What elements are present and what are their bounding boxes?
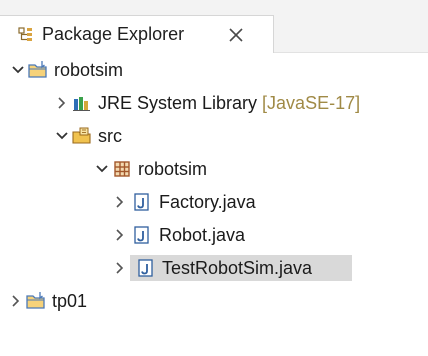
chevron-down-icon[interactable]	[10, 62, 26, 78]
tree-item-label-wrap: Robot.java	[155, 222, 249, 248]
tree-item-robot-java[interactable]: Robot.java	[0, 219, 428, 252]
tree-item-label: robotsim	[138, 159, 208, 179]
tree-item-label-wrap: src	[94, 123, 126, 149]
source-folder-icon	[72, 126, 92, 146]
tree-item-label: tp01	[52, 291, 88, 311]
tab-package-explorer[interactable]: Package Explorer	[0, 15, 274, 53]
chevron-down-icon[interactable]	[94, 161, 110, 177]
tree-item-testrobotsim-java[interactable]: TestRobotSim.java	[0, 252, 428, 285]
java-file-icon	[132, 225, 152, 245]
tab-title: Package Explorer	[42, 24, 185, 44]
tree-item-label-wrap: tp01	[48, 288, 91, 314]
tree-item-label-wrap: robotsim	[50, 57, 127, 83]
java-file-icon	[132, 192, 152, 212]
package-icon	[112, 159, 132, 179]
package-explorer-view: Package Explorer robotsim JRE System Lib…	[0, 0, 428, 356]
tree-item-src-folder[interactable]: src	[0, 120, 428, 153]
chevron-down-icon[interactable]	[54, 128, 70, 144]
project-folder-icon	[26, 291, 46, 311]
tree-item-selection-highlight: TestRobotSim.java	[130, 255, 352, 281]
view-tab-strip: Package Explorer	[0, 0, 428, 53]
tree-item-label-wrap: Factory.java	[155, 189, 260, 215]
tree-item-label: Factory.java	[159, 192, 256, 212]
tree-item-robotsim-package[interactable]: robotsim	[0, 153, 428, 186]
chevron-right-icon[interactable]	[112, 194, 128, 210]
tree-item-label-wrap: JRE System Library [JavaSE-17]	[94, 90, 364, 116]
chevron-right-icon[interactable]	[8, 293, 24, 309]
package-explorer-icon	[18, 27, 34, 43]
java-file-icon	[136, 258, 156, 278]
tree-item-robotsim-project[interactable]: robotsim	[0, 54, 428, 87]
tree-item-tp01-project[interactable]: tp01	[0, 285, 428, 318]
tree-item-label: robotsim	[54, 60, 124, 80]
tree-item-label: Robot.java	[159, 225, 246, 245]
project-tree: robotsim JRE System Library [JavaSE-17]	[0, 54, 428, 318]
tree-item-label: TestRobotSim.java	[162, 258, 313, 278]
project-folder-icon	[28, 60, 48, 80]
library-icon	[72, 93, 92, 113]
tree-item-factory-java[interactable]: Factory.java	[0, 186, 428, 219]
close-icon[interactable]	[226, 25, 246, 45]
chevron-right-icon[interactable]	[112, 227, 128, 243]
tree-item-decoration: [JavaSE-17]	[257, 93, 361, 113]
tree-item-label-wrap: robotsim	[134, 156, 211, 182]
tree-item-label: JRE System Library	[98, 93, 258, 113]
tree-item-label: src	[98, 126, 122, 146]
chevron-right-icon[interactable]	[54, 95, 70, 111]
tree-item-jre-library[interactable]: JRE System Library [JavaSE-17]	[0, 87, 428, 120]
chevron-right-icon[interactable]	[112, 260, 128, 276]
